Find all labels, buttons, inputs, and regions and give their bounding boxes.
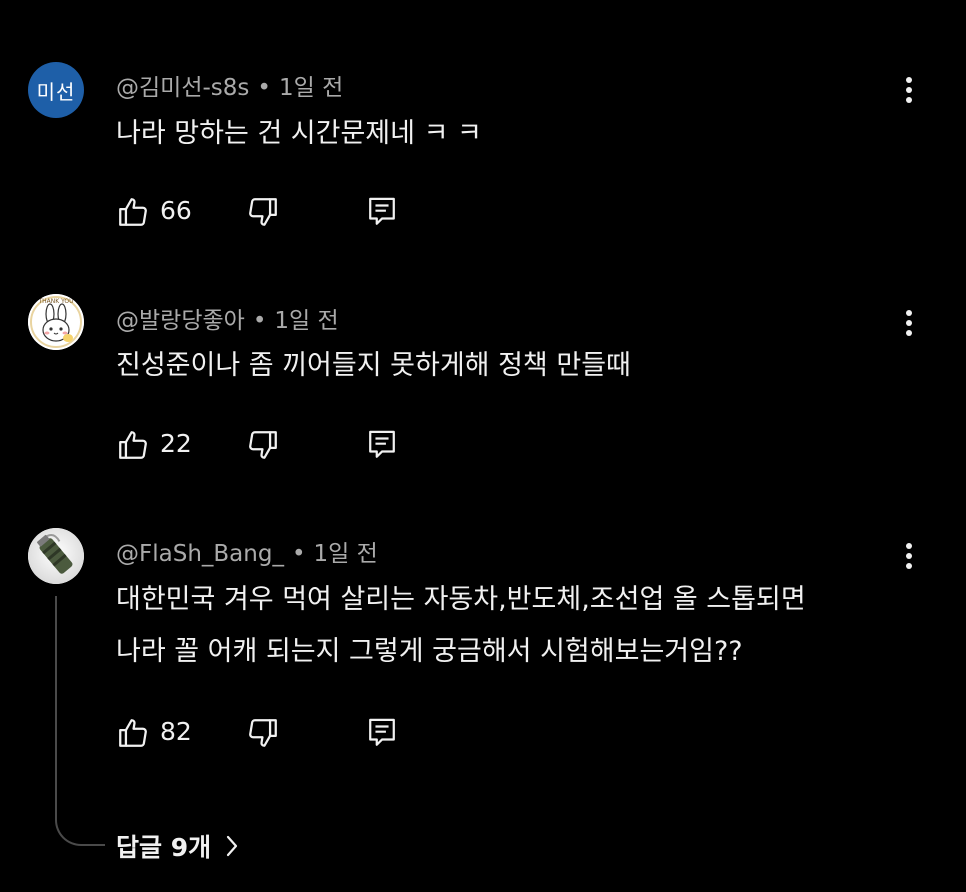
more-vert-icon: [906, 543, 912, 569]
avatar[interactable]: [28, 528, 84, 584]
thumbs-down-icon: [249, 431, 277, 459]
comment-meta: @FlaSh_Bang_ • 1일 전: [116, 534, 378, 568]
reply-button[interactable]: [362, 192, 402, 232]
comment-text-line: 나라 망하는 건 시간문제네 ㅋ ㅋ: [116, 118, 482, 149]
comment-text-line: 진성준이나 좀 끼어들지 못하게해 정책 만들때: [116, 350, 631, 381]
comment-author[interactable]: @FlaSh_Bang_: [116, 541, 284, 567]
comment-time: 1일 전: [313, 541, 378, 567]
comment-time: 1일 전: [278, 75, 344, 101]
thumbs-up-icon: [119, 719, 147, 747]
comment-reply-icon: [369, 718, 395, 746]
thumbs-down-icon: [249, 719, 277, 747]
like-count: 82: [160, 717, 192, 746]
thumbs-up-icon: [119, 198, 147, 226]
like-button[interactable]: [112, 192, 154, 232]
dislike-button[interactable]: [242, 713, 284, 753]
comment-text: 대한민국 겨우 먹여 살리는 자동차,반도체,조선업 올 스톱되면 나라 꼴 어…: [116, 578, 806, 674]
reply-button[interactable]: [362, 713, 402, 753]
like-button[interactable]: [112, 425, 154, 465]
comment-meta: @김미선-s8s • 1일 전: [116, 68, 343, 102]
comment-author[interactable]: @발랑당좋아: [116, 308, 245, 334]
thumbs-up-icon: [119, 431, 147, 459]
meta-separator: •: [252, 308, 267, 334]
flashbang-grenade-avatar: [28, 528, 84, 584]
comment-author[interactable]: @김미선-s8s: [116, 75, 249, 101]
meta-separator: •: [291, 541, 306, 567]
chevron-right-icon: [227, 835, 238, 857]
comment-text-line: 나라 꼴 어캐 되는지 그렇게 궁금해서 시험해보는거임??: [116, 636, 743, 667]
comment-reply-icon: [369, 430, 395, 458]
more-vert-icon: [906, 310, 912, 336]
thumbs-down-icon: [249, 198, 277, 226]
avatar[interactable]: THANK YOU: [28, 294, 84, 350]
comment-text-line: 대한민국 겨우 먹여 살리는 자동차,반도체,조선업 올 스톱되면: [116, 584, 806, 615]
dislike-button[interactable]: [242, 425, 284, 465]
comment-actions: 22: [0, 425, 966, 465]
comment-meta: @발랑당좋아 • 1일 전: [116, 301, 339, 335]
comment-text: 진성준이나 좀 끼어들지 못하게해 정책 만들때: [116, 344, 631, 388]
bunny-thank-you-avatar: THANK YOU: [28, 294, 84, 350]
more-vert-icon: [906, 77, 912, 103]
meta-separator: •: [257, 75, 271, 101]
avatar-initials: 미선: [36, 79, 76, 104]
like-button[interactable]: [112, 713, 154, 753]
comment-time: 1일 전: [274, 308, 339, 334]
comment-text: 나라 망하는 건 시간문제네 ㅋ ㅋ: [116, 112, 482, 156]
reply-button[interactable]: [362, 425, 402, 465]
comment-reply-icon: [369, 197, 395, 225]
view-replies-button[interactable]: 답글 9개: [116, 826, 239, 866]
comment-actions: 82: [0, 713, 966, 753]
comment-actions: 66: [0, 192, 966, 232]
like-count: 22: [160, 429, 192, 458]
more-options-button[interactable]: [892, 70, 926, 110]
replies-count-label: 답글 9개: [116, 833, 212, 862]
more-options-button[interactable]: [892, 303, 926, 343]
dislike-button[interactable]: [242, 192, 284, 232]
avatar[interactable]: 미선: [28, 62, 84, 118]
like-count: 66: [160, 196, 192, 225]
more-options-button[interactable]: [892, 536, 926, 576]
avatar-text: THANK YOU: [37, 298, 73, 305]
